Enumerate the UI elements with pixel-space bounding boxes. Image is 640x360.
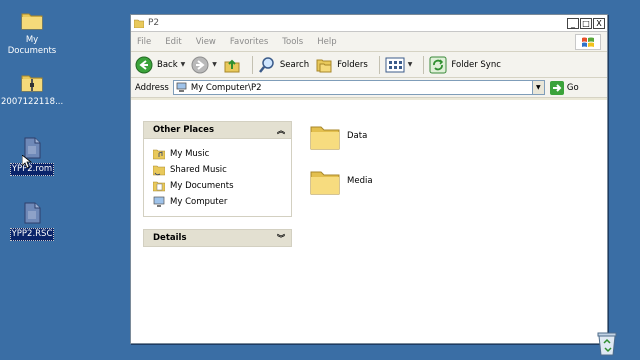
folder-icon <box>310 126 340 150</box>
folder-name: Data <box>347 131 368 141</box>
other-places-header[interactable]: Other Places ︽ <box>143 121 292 139</box>
toolbar-separator <box>251 55 253 74</box>
other-places-panel: Other Places ︽ My Music Shared Music My … <box>143 121 292 217</box>
details-header[interactable]: Details ︾ <box>143 229 292 247</box>
desktop-icon-zip-folder[interactable]: 2007122118... <box>0 70 64 108</box>
up-folder-button[interactable] <box>223 56 241 74</box>
details-panel: Details ︾ <box>143 229 292 247</box>
address-label: Address <box>135 82 169 93</box>
menu-view[interactable]: View <box>196 37 216 47</box>
link-shared-music[interactable]: Shared Music <box>153 162 282 178</box>
maximize-button[interactable]: □ <box>580 17 592 29</box>
desktop-icon-my-documents[interactable]: My Documents <box>0 8 64 57</box>
address-input[interactable]: My Computer\P2 ▼ <box>172 80 545 95</box>
folder-icon <box>134 19 144 28</box>
toolbar-separator <box>378 55 380 74</box>
address-bar: Address My Computer\P2 ▼ Go <box>131 78 607 98</box>
back-arrow-icon <box>135 56 153 73</box>
other-places-body: My Music Shared Music My Documents My Co… <box>143 139 292 217</box>
folder-item-media[interactable]: Media <box>309 165 373 197</box>
chevron-down-icon[interactable]: ▼ <box>408 61 413 68</box>
search-button[interactable]: Search <box>258 56 309 74</box>
toolbar: Back ▼ ▼ Search Folders ▼ Folder Sync <box>131 52 607 78</box>
address-dropdown-button[interactable]: ▼ <box>531 81 544 94</box>
folder-icon <box>21 13 43 30</box>
my-documents-icon <box>153 181 165 192</box>
desktop-icon-label: YPP2.rom <box>9 163 55 176</box>
panel-title: Other Places <box>153 125 214 135</box>
file-icon <box>24 202 41 224</box>
address-value: My Computer\P2 <box>190 82 262 93</box>
link-label: Shared Music <box>170 165 227 175</box>
zip-folder-icon <box>21 75 43 92</box>
explorer-window: P2 _ □ X File Edit View Favorites Tools … <box>130 14 608 344</box>
chevron-down-icon[interactable]: ▼ <box>181 61 186 68</box>
folders-icon <box>316 59 332 72</box>
expand-icon[interactable]: ︾ <box>277 233 285 244</box>
sync-icon <box>429 56 447 73</box>
views-icon <box>385 57 405 72</box>
menu-file[interactable]: File <box>137 37 151 47</box>
link-my-computer[interactable]: My Computer <box>153 194 282 210</box>
menu-bar: File Edit View Favorites Tools Help <box>131 32 607 52</box>
menu-tools[interactable]: Tools <box>282 37 303 47</box>
folders-button[interactable]: Folders <box>315 56 368 74</box>
go-button[interactable]: Go <box>549 80 579 95</box>
up-folder-icon <box>224 59 240 72</box>
window-title: P2 <box>148 18 160 28</box>
forward-arrow-icon <box>191 56 209 73</box>
folders-label: Folders <box>337 59 368 70</box>
go-label: Go <box>566 82 579 93</box>
desktop-icon-label: 2007122118... <box>1 97 64 107</box>
folder-name: Media <box>347 176 373 186</box>
search-label: Search <box>279 59 310 70</box>
folder-sync-button[interactable]: Folder Sync <box>429 56 501 74</box>
link-my-documents[interactable]: My Documents <box>153 178 282 194</box>
music-folder-icon <box>153 149 165 160</box>
link-label: My Computer <box>170 197 228 207</box>
folder-sync-label: Folder Sync <box>451 59 501 70</box>
search-icon <box>258 56 274 73</box>
views-button[interactable]: ▼ <box>385 57 413 73</box>
title-bar[interactable]: P2 _ □ X <box>131 15 607 32</box>
content-area: Other Places ︽ My Music Shared Music My … <box>131 100 607 343</box>
back-label: Back <box>157 59 178 70</box>
panel-title: Details <box>153 233 187 243</box>
forward-button[interactable]: ▼ <box>191 56 217 74</box>
close-button[interactable]: X <box>593 17 605 29</box>
desktop-icon-label: YPP2.RSC <box>9 228 55 241</box>
folder-icon <box>310 171 340 195</box>
desktop-icon-ypp2-rom[interactable]: YPP2.rom <box>0 136 64 176</box>
desktop-icon-ypp2-rsc[interactable]: YPP2.RSC <box>0 201 64 241</box>
mouse-cursor-icon <box>22 155 32 169</box>
windows-logo-icon <box>575 33 601 50</box>
folder-item-data[interactable]: Data <box>309 120 367 152</box>
desktop-icon-label: My Documents <box>7 35 57 56</box>
chevron-down-icon[interactable]: ▼ <box>212 61 217 68</box>
go-arrow-icon <box>549 80 564 95</box>
link-my-music[interactable]: My Music <box>153 146 282 162</box>
task-pane: Other Places ︽ My Music Shared Music My … <box>131 100 292 343</box>
toolbar-separator <box>423 55 425 74</box>
link-label: My Documents <box>170 181 234 191</box>
recycle-bin-icon[interactable] <box>596 330 618 356</box>
computer-icon <box>153 196 165 207</box>
menu-edit[interactable]: Edit <box>165 37 181 47</box>
menu-help[interactable]: Help <box>317 37 336 47</box>
link-label: My Music <box>170 149 210 159</box>
shared-music-icon <box>153 165 165 176</box>
menu-favorites[interactable]: Favorites <box>230 37 268 47</box>
computer-icon <box>176 82 187 92</box>
back-button[interactable]: Back ▼ <box>135 56 185 74</box>
collapse-icon[interactable]: ︽ <box>277 125 285 136</box>
file-list: Data Media <box>289 100 607 343</box>
minimize-button[interactable]: _ <box>567 17 579 29</box>
